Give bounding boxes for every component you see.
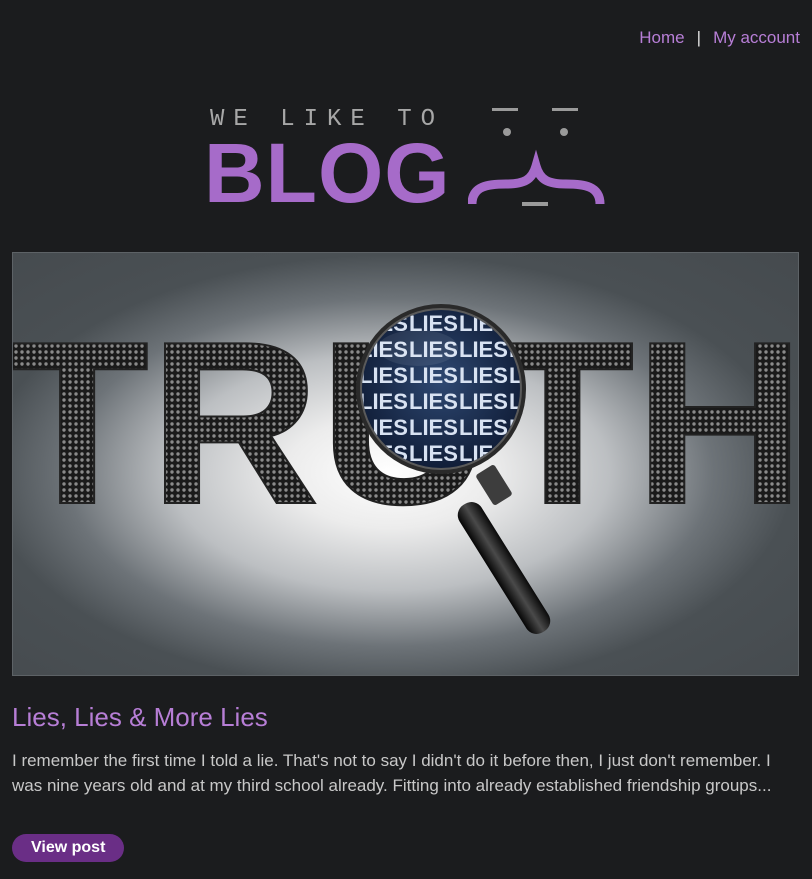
lens-lies-row: LIES xyxy=(459,389,508,414)
lens-lies-row: LIES xyxy=(409,363,458,388)
post-summary: I remember the first time I told a lie. … xyxy=(12,751,772,795)
nav-separator: | xyxy=(696,28,702,47)
logo-wordmark: BLOG xyxy=(204,126,451,220)
lens-lies-row: LIES xyxy=(459,337,508,362)
truth-magnifier-illustration: TRUTH LIES LIES LIES LIES LIES LIES LIES… xyxy=(13,293,798,634)
top-navigation: Home | My account xyxy=(639,28,800,48)
lens-lies-row: LIES xyxy=(359,363,408,388)
curly-brace-face-icon xyxy=(468,108,605,206)
lens-lies-row: LIES xyxy=(359,389,408,414)
lens-lies-row: LIES xyxy=(409,415,458,440)
site-logo[interactable]: WE LIKE TO BLOG xyxy=(200,100,620,220)
blog-page: Home | My account WE LIKE TO BLOG LIES L… xyxy=(0,0,812,879)
lens-lies-row: LIES xyxy=(409,441,458,466)
post-hero-image[interactable]: TRUTH LIES LIES LIES LIES LIES LIES LIES… xyxy=(12,252,799,676)
lens-lies-row: LIES xyxy=(459,415,508,440)
view-post-button[interactable]: View post xyxy=(12,834,125,862)
nav-my-account-link[interactable]: My account xyxy=(713,28,800,48)
nav-home-link[interactable]: Home xyxy=(639,28,684,48)
lens-lies-row: LIES xyxy=(459,363,508,388)
post-title[interactable]: Lies, Lies & More Lies xyxy=(12,702,268,733)
lens-lies-row: LIES xyxy=(409,389,458,414)
